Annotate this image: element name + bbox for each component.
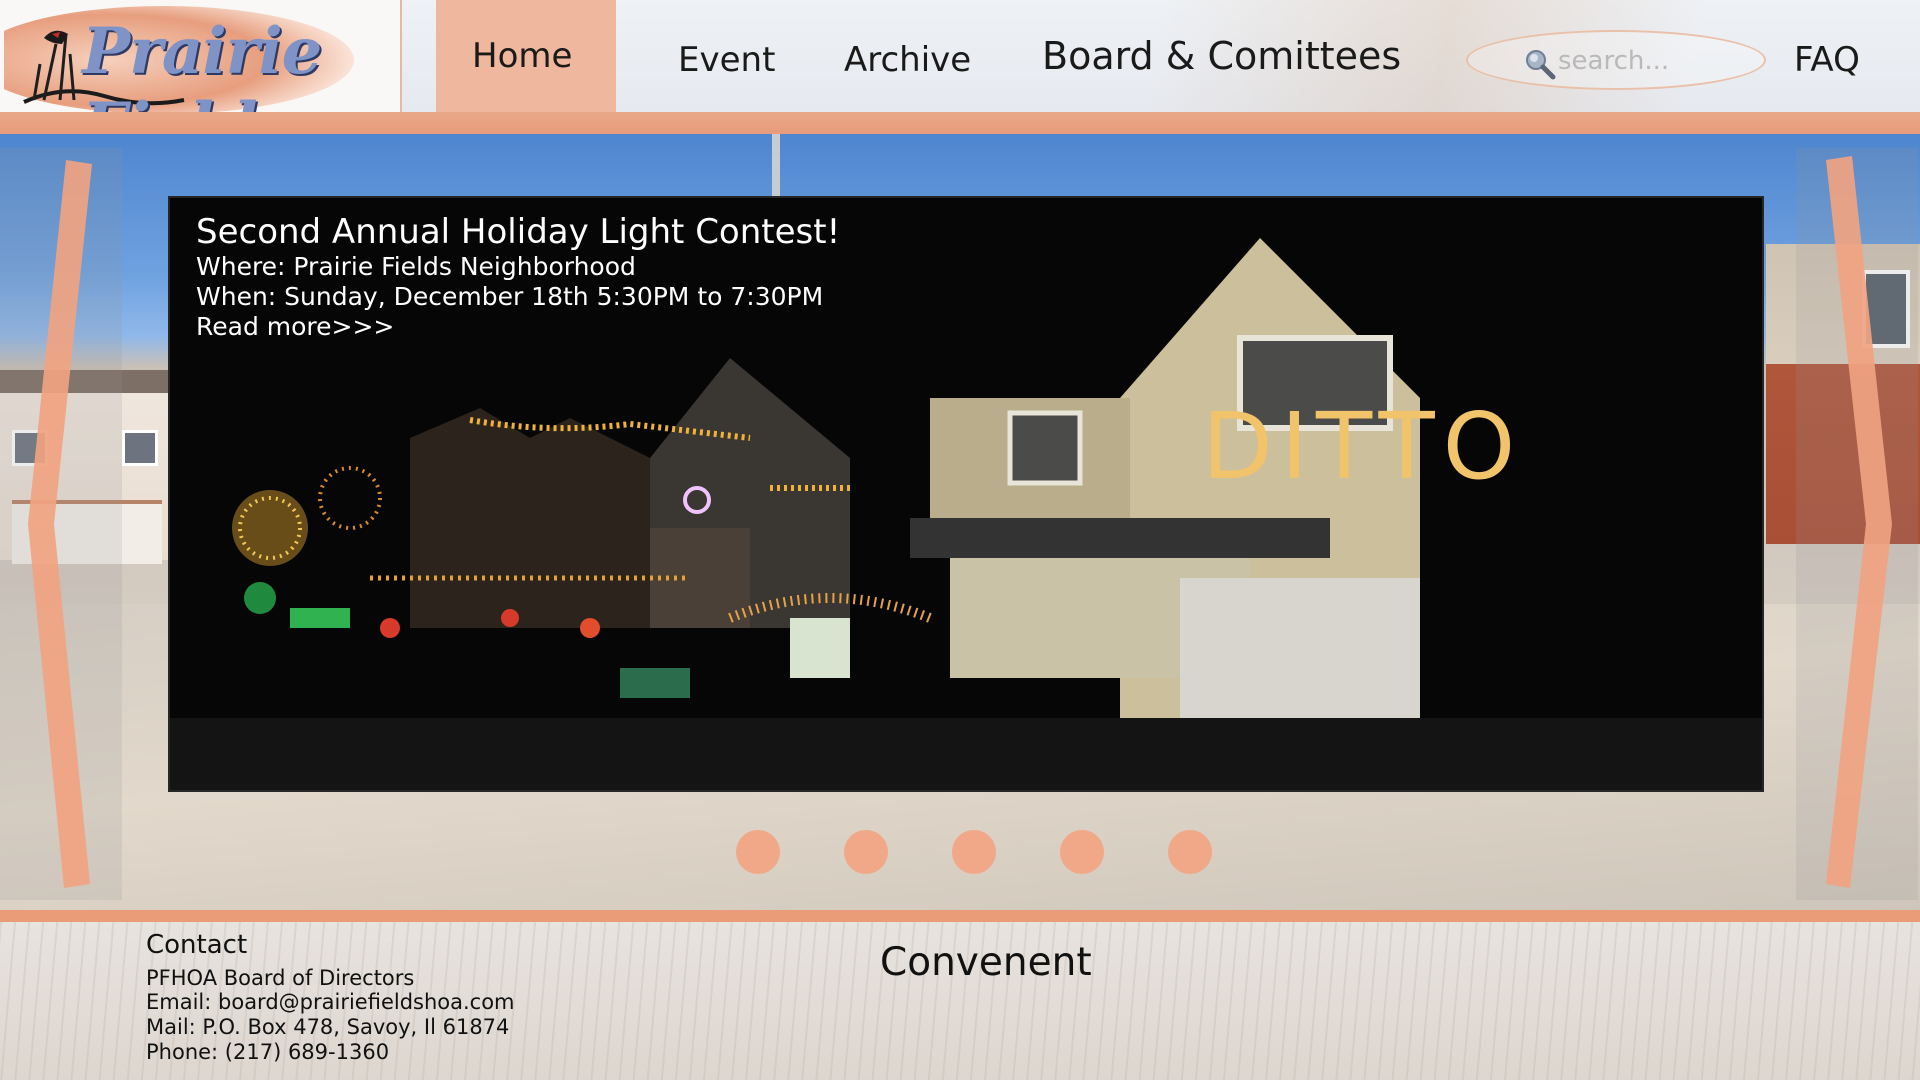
search-box[interactable] xyxy=(1466,30,1766,90)
slide-indicator-4[interactable] xyxy=(1060,830,1104,874)
site-logo[interactable]: Prairie Fields xyxy=(0,0,402,164)
light-pole xyxy=(772,134,780,196)
house-window xyxy=(122,430,158,466)
slide-indicator-2[interactable] xyxy=(844,830,888,874)
contact-heading: Contact xyxy=(146,930,248,960)
nav-board-committees[interactable]: Board & Comittees xyxy=(1042,34,1401,78)
contact-email[interactable]: Email: board@prairiefieldshoa.com xyxy=(146,990,515,1014)
slide-indicator-1[interactable] xyxy=(736,830,780,874)
contact-phone: Phone: (217) 689-1360 xyxy=(146,1040,390,1064)
prev-arrow-icon[interactable] xyxy=(0,148,122,900)
contact-organization: PFHOA Board of Directors xyxy=(146,966,415,990)
convenient-heading: Convenent xyxy=(880,940,1092,985)
nav-faq[interactable]: FAQ xyxy=(1794,40,1860,80)
footer-divider xyxy=(0,910,1920,922)
featured-slide[interactable]: DITTO Second Annual Holiday Light Contes… xyxy=(168,196,1764,792)
nav-archive[interactable]: Archive xyxy=(844,40,971,80)
header-divider xyxy=(0,112,1920,134)
nav-home[interactable]: Home xyxy=(472,36,572,76)
magnifier-icon xyxy=(1526,50,1556,80)
next-arrow-icon[interactable] xyxy=(1796,148,1918,900)
search-input[interactable] xyxy=(1556,43,1740,79)
read-more-link[interactable]: Read more>>> xyxy=(196,312,394,341)
nav-event[interactable]: Event xyxy=(678,40,775,80)
site-header: Prairie Fields Home Event Archive Board … xyxy=(0,0,1920,164)
lights-sign-text: DITTO xyxy=(1202,393,1523,500)
slide-indicator-3[interactable] xyxy=(952,830,996,874)
slide-indicators xyxy=(0,830,1920,874)
next-slide-panel xyxy=(1796,148,1918,900)
slide-indicator-5[interactable] xyxy=(1168,830,1212,874)
slide-when: When: Sunday, December 18th 5:30PM to 7:… xyxy=(196,282,824,311)
prev-slide-panel xyxy=(0,148,122,900)
contact-mail: Mail: P.O. Box 478, Savoy, Il 61874 xyxy=(146,1015,510,1039)
slide-where: Where: Prairie Fields Neighborhood xyxy=(196,252,636,281)
slide-title: Second Annual Holiday Light Contest! xyxy=(196,212,841,252)
site-footer: Contact PFHOA Board of Directors Email: … xyxy=(0,922,1920,1080)
